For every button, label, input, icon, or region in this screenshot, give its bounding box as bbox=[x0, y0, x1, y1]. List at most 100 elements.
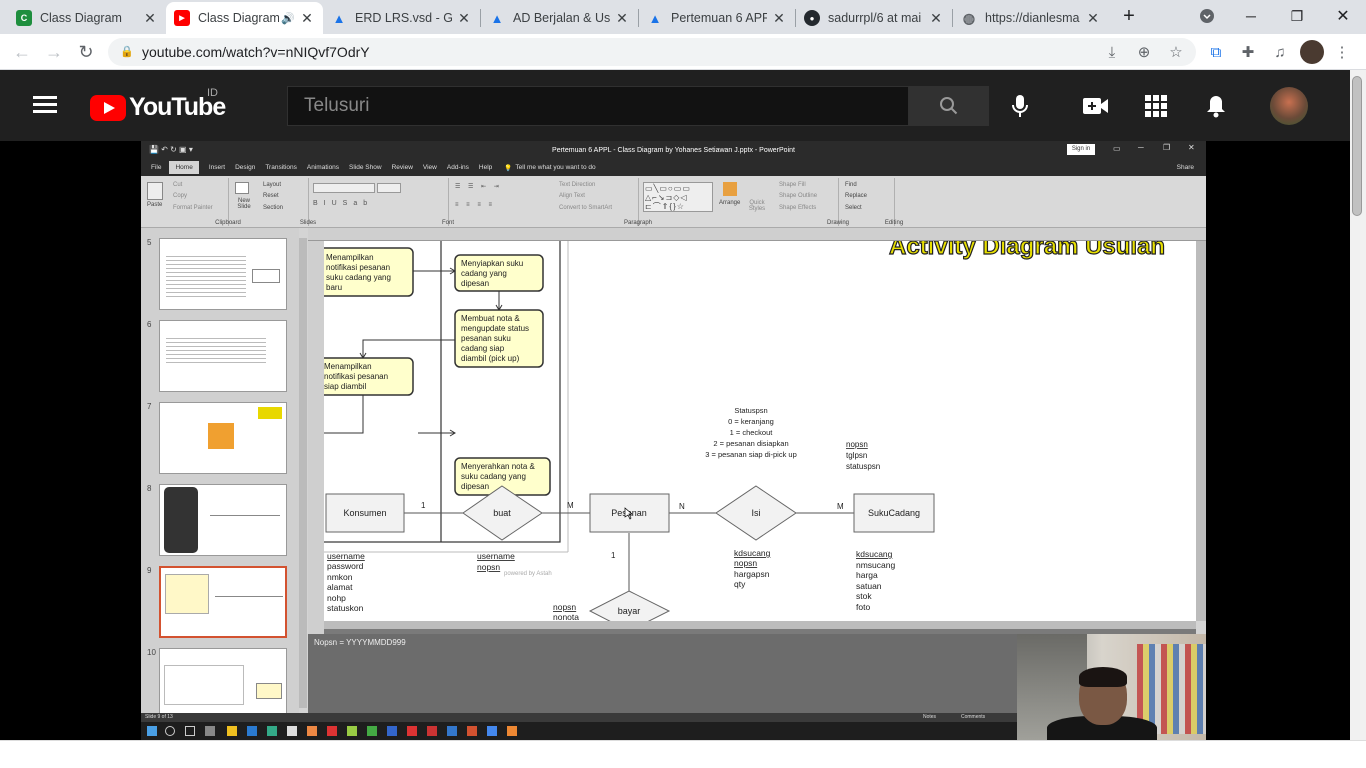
scrollbar-thumb[interactable] bbox=[1352, 76, 1362, 216]
close-tab-icon[interactable]: ✕ bbox=[614, 10, 630, 27]
ppt-restore-icon[interactable]: ❐ bbox=[1163, 143, 1170, 152]
slide-thumbnail[interactable] bbox=[159, 320, 287, 392]
profile-avatar-icon[interactable] bbox=[1300, 40, 1324, 64]
taskbar-app-icon[interactable] bbox=[387, 726, 397, 736]
close-tab-icon[interactable]: ✕ bbox=[771, 10, 787, 27]
browser-tab[interactable]: ▲ Pertemuan 6 APPL ✕ bbox=[639, 2, 795, 34]
create-video-button[interactable] bbox=[1082, 92, 1110, 120]
close-tab-icon[interactable]: ✕ bbox=[456, 10, 472, 27]
search-input[interactable]: Telusuri bbox=[287, 86, 909, 126]
taskbar-app-icon[interactable] bbox=[287, 726, 297, 736]
reset-button[interactable]: Reset bbox=[263, 193, 279, 199]
font-format-buttons[interactable]: BIUSab bbox=[313, 200, 373, 207]
convert-smartart-button[interactable]: Convert to SmartArt bbox=[559, 205, 612, 211]
search-button[interactable] bbox=[909, 86, 989, 126]
thumbnail-scrollbar[interactable] bbox=[299, 238, 307, 708]
taskbar-app-icon[interactable] bbox=[487, 726, 497, 736]
share-button[interactable]: Share bbox=[1177, 164, 1194, 171]
cut-button[interactable]: Cut bbox=[173, 182, 182, 188]
taskbar-app-icon[interactable] bbox=[447, 726, 457, 736]
minimize-window-icon[interactable]: ─ bbox=[1228, 0, 1274, 32]
account-avatar[interactable] bbox=[1270, 87, 1308, 125]
action-node[interactable]: Membuat nota & mengupdate status pesanan… bbox=[454, 309, 544, 368]
entity-sukucadang[interactable]: SukuCadang bbox=[853, 493, 935, 533]
ribbon-display-icon[interactable]: ▭ bbox=[1113, 144, 1121, 153]
back-icon[interactable]: ← bbox=[8, 38, 36, 66]
close-tab-icon[interactable]: ✕ bbox=[299, 10, 315, 27]
forward-icon[interactable]: → bbox=[40, 38, 68, 66]
taskbar-app-icon[interactable] bbox=[327, 726, 337, 736]
reload-icon[interactable]: ↻ bbox=[72, 38, 100, 66]
taskbar-app-icon[interactable] bbox=[407, 726, 417, 736]
chrome-menu-icon[interactable]: ⋮ bbox=[1330, 40, 1354, 64]
browser-tab[interactable]: ▲ ERD LRS.vsd - Goo ✕ bbox=[323, 2, 480, 34]
media-control-icon[interactable]: ♫ bbox=[1268, 40, 1292, 64]
browser-tab[interactable]: ◍ https://dianlesma ✕ bbox=[953, 2, 1109, 34]
powerpoint-taskbar-icon[interactable] bbox=[467, 726, 477, 736]
quick-styles-button[interactable]: Quick Styles bbox=[747, 200, 767, 212]
list-buttons[interactable]: ☰ ☰ ⇤ ⇥ bbox=[455, 183, 502, 190]
speaker-icon[interactable]: 🔊 bbox=[281, 12, 295, 25]
close-window-icon[interactable]: ✕ bbox=[1320, 0, 1366, 32]
apps-grid-button[interactable] bbox=[1142, 92, 1170, 120]
taskbar-app-icon[interactable] bbox=[267, 726, 277, 736]
browser-tab[interactable]: C Class Diagram ✕ bbox=[8, 2, 166, 34]
slide-thumbnail-selected[interactable] bbox=[159, 566, 287, 638]
taskbar-app-icon[interactable] bbox=[307, 726, 317, 736]
layout-button[interactable]: Layout bbox=[263, 182, 281, 188]
address-bar[interactable]: 🔒 youtube.com/watch?v=nNIQvf7OdrY bbox=[108, 38, 1196, 66]
slide-thumbnail[interactable] bbox=[159, 238, 287, 310]
action-node[interactable]: Menampilkan notifikasi pesanan siap diam… bbox=[317, 357, 414, 396]
menu-insert[interactable]: Insert bbox=[209, 164, 225, 171]
slide-horizontal-scrollbar[interactable] bbox=[324, 621, 1196, 629]
translate-extension-icon[interactable]: ⧉ bbox=[1204, 40, 1228, 64]
comments-toggle[interactable]: Comments bbox=[961, 714, 985, 720]
tab-search-icon[interactable] bbox=[1184, 0, 1230, 32]
new-slide-icon[interactable] bbox=[235, 182, 249, 194]
slide[interactable]: Menampilkan notifikasi pesanan suku cada… bbox=[317, 232, 1196, 632]
install-app-icon[interactable]: ⤓ bbox=[1100, 40, 1124, 64]
font-size-select[interactable] bbox=[377, 183, 401, 193]
action-node[interactable]: Menyiapkan suku cadang yang dipesan bbox=[454, 254, 544, 292]
sign-in-button[interactable]: Sign in bbox=[1067, 144, 1095, 155]
text-direction-button[interactable]: Text Direction bbox=[559, 182, 595, 188]
file-explorer-icon[interactable] bbox=[227, 726, 237, 736]
task-view-icon[interactable] bbox=[185, 726, 195, 736]
menu-file[interactable]: File bbox=[151, 164, 161, 171]
notes-toggle[interactable]: Notes bbox=[923, 714, 936, 720]
close-tab-icon[interactable]: ✕ bbox=[1085, 10, 1101, 27]
page-scrollbar[interactable] bbox=[1350, 70, 1366, 740]
close-tab-icon[interactable]: ✕ bbox=[142, 10, 158, 27]
arrange-icon[interactable] bbox=[723, 182, 737, 196]
entity-konsumen[interactable]: Konsumen bbox=[325, 493, 405, 533]
slide-thumbnail[interactable] bbox=[159, 402, 287, 474]
paste-button[interactable]: Paste bbox=[147, 202, 162, 208]
shape-effects-button[interactable]: Shape Effects bbox=[779, 205, 816, 211]
close-tab-icon[interactable]: ✕ bbox=[928, 10, 944, 27]
taskbar-app-icon[interactable] bbox=[205, 726, 215, 736]
browser-tab-active[interactable]: ▶ Class Diagram 🔊 ✕ bbox=[166, 2, 323, 34]
align-text-button[interactable]: Align Text bbox=[559, 193, 585, 199]
taskbar-app-icon[interactable] bbox=[347, 726, 357, 736]
taskbar-app-icon[interactable] bbox=[367, 726, 377, 736]
voice-search-button[interactable] bbox=[1006, 92, 1034, 120]
menu-home[interactable]: Home bbox=[169, 161, 199, 174]
menu-design[interactable]: Design bbox=[235, 164, 255, 171]
select-button[interactable]: Select bbox=[845, 205, 862, 211]
shape-outline-button[interactable]: Shape Outline bbox=[779, 193, 817, 199]
taskbar-search-icon[interactable] bbox=[165, 726, 175, 736]
guide-menu-icon[interactable] bbox=[33, 96, 57, 114]
relation-isi[interactable]: Isi bbox=[715, 485, 797, 541]
align-buttons[interactable]: ≡ ≡ ≡ ≡ bbox=[455, 202, 495, 208]
relation-bayar[interactable]: bayar bbox=[588, 590, 671, 632]
format-painter-button[interactable]: Format Painter bbox=[173, 205, 213, 211]
zoom-icon[interactable]: ⊕ bbox=[1132, 40, 1156, 64]
action-node[interactable]: Menampilkan notifikasi pesanan suku cada… bbox=[317, 247, 414, 297]
find-button[interactable]: Find bbox=[845, 182, 857, 188]
slide-thumbnail[interactable] bbox=[159, 648, 287, 720]
restore-window-icon[interactable]: ❐ bbox=[1274, 0, 1320, 32]
browser-tab[interactable]: ● sadurrpl/6 at mai ✕ bbox=[796, 2, 952, 34]
tell-me-search[interactable]: Tell me what you want to do bbox=[515, 164, 595, 171]
menu-help[interactable]: Help bbox=[479, 164, 492, 171]
shape-fill-button[interactable]: Shape Fill bbox=[779, 182, 806, 188]
